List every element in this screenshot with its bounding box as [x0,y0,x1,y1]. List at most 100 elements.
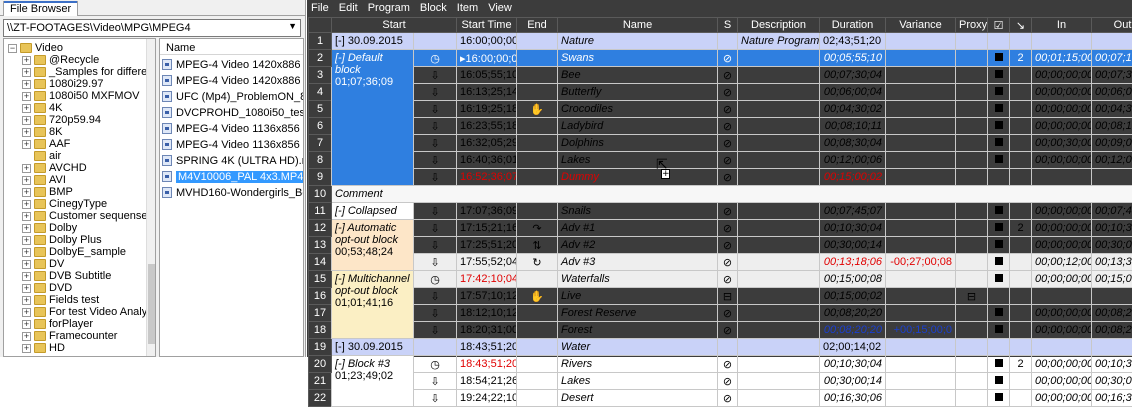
item-name[interactable]: Lakes [558,152,718,169]
menu-edit[interactable]: Edit [339,2,358,14]
end-mode[interactable] [517,339,558,356]
expand-icon[interactable]: + [22,92,31,101]
description[interactable] [738,101,820,118]
description[interactable] [738,288,820,305]
menu-file[interactable]: File [311,2,329,14]
arrow-down-icon[interactable]: ⇩ [414,237,457,254]
file-item[interactable]: MPEG-4 Video 1420x886 15fps [162,74,304,88]
description[interactable] [738,203,820,220]
end-mode[interactable] [517,356,558,373]
playlist-row[interactable]: 19[-] 30.09.201518:43;51;20Water02;00;14… [309,339,1132,356]
item-name[interactable]: Dolphins [558,135,718,152]
check-square-icon[interactable] [995,53,1003,61]
playlist-row[interactable]: 20[-] Block #301;23;49;02◷18:43;51;20Riv… [309,356,1132,373]
menu-program[interactable]: Program [368,2,410,14]
expand-icon[interactable]: + [22,128,31,137]
end-mode[interactable] [517,152,558,169]
description[interactable] [738,118,820,135]
check-cell[interactable] [988,237,1010,254]
playlist-row[interactable]: 4⇩16:13;25;14Butterfly⊘00;06;00;0400;00;… [309,84,1132,101]
check-square-icon[interactable] [995,393,1003,401]
menu-item[interactable]: Item [457,2,478,14]
expand-icon[interactable]: + [22,164,31,173]
arrow-down-icon[interactable]: ⇩ [414,254,457,271]
item-name[interactable]: Bee [558,67,718,84]
check-cell[interactable] [988,356,1010,373]
expand-icon[interactable]: + [22,224,31,233]
end-mode[interactable] [517,135,558,152]
tree-scrollbar-thumb[interactable] [148,264,155,344]
clock-icon[interactable]: ◷ [414,271,457,288]
item-name[interactable]: Waterfalls [558,271,718,288]
expand-icon[interactable]: + [22,116,31,125]
item-name[interactable]: Forest Reserve [558,305,718,322]
arrow-down-icon[interactable]: ⇩ [414,305,457,322]
description[interactable] [738,339,820,356]
end-mode[interactable] [517,271,558,288]
check-cell[interactable] [988,33,1010,50]
playlist-row[interactable]: 18⇩18:20;31;00Forest⊘00;08;20;20+00;15;0… [309,322,1132,339]
item-name[interactable]: Nature [558,33,718,50]
playlist-row[interactable]: 1[-] 30.09.201516:00;00;00NatureNature P… [309,33,1132,50]
block-cell[interactable]: [-] Block #301;23;49;02 [332,356,414,407]
arrow-down-icon[interactable]: ⇩ [414,135,457,152]
expand-icon[interactable]: − [8,44,17,53]
playlist-row[interactable]: 13⇩17:25;51;20⇅Adv #2⊘00;30;00;1400;00;0… [309,237,1132,254]
description[interactable] [738,305,820,322]
file-item[interactable]: MPEG-4 Video 1136x856 15fps [162,138,304,152]
arrow-down-icon[interactable]: ⇩ [414,101,457,118]
check-cell[interactable] [988,118,1010,135]
check-cell[interactable] [988,101,1010,118]
block-cell[interactable]: [-] Default block01;07;36;09 [332,50,414,186]
playlist-row[interactable]: 11[-] Collapsed⇩17:07;36;09Snails⊘00;07;… [309,203,1132,220]
description[interactable]: Nature Program [738,33,820,50]
arrow-down-icon[interactable]: ⇩ [414,373,457,390]
expand-icon[interactable]: + [22,272,31,281]
expand-icon[interactable]: + [22,260,31,269]
end-mode[interactable] [517,67,558,84]
expand-icon[interactable]: + [22,176,31,185]
block-cell[interactable]: [-] Collapsed [332,203,414,220]
item-name[interactable]: Adv #1 [558,220,718,237]
playlist-row[interactable]: 15[-] Multichannel opt-out block01;01;41… [309,271,1132,288]
expand-icon[interactable]: + [22,248,31,257]
item-name[interactable]: Live [558,288,718,305]
description[interactable] [738,322,820,339]
end-mode-icon[interactable]: ✋ [517,101,558,118]
playlist-row[interactable]: 16⇩17:57;10;12✋Live⊟00;15;00;02⊟ [309,288,1132,305]
check-cell[interactable] [988,84,1010,101]
check-cell[interactable] [988,203,1010,220]
description[interactable] [738,50,820,67]
check-square-icon[interactable] [995,206,1003,214]
description[interactable] [738,254,820,271]
expand-icon[interactable]: + [22,80,31,89]
check-cell[interactable] [988,50,1010,67]
check-cell[interactable] [988,373,1010,390]
arrow-down-icon[interactable]: ⇩ [414,390,457,407]
header-10[interactable]: ↘ [1010,18,1032,33]
check-square-icon[interactable] [995,376,1003,384]
item-name[interactable]: Snails [558,203,718,220]
arrow-down-icon[interactable]: ⇩ [414,169,457,186]
playlist-row[interactable]: 7⇩16:32;05;29Dolphins⊘00;08;30;0400;00;3… [309,135,1132,152]
item-name[interactable]: Crocodiles [558,101,718,118]
arrow-down-icon[interactable]: ⇩ [414,203,457,220]
item-name[interactable]: Forest [558,322,718,339]
playlist-row[interactable]: 22⇩19:24;22;10Desert⊘00;16;30;0600;00;00… [309,390,1132,407]
playlist-row[interactable]: 12[-] Automatic opt-out block00;53;48;24… [309,220,1132,237]
tab-file-browser[interactable]: File Browser [3,1,78,16]
playlist-row[interactable]: 9⇩16:52;36;07Dummy⊘00;15;00;02 [309,169,1132,186]
check-square-icon[interactable] [995,87,1003,95]
clock-icon[interactable]: ◷ [414,50,457,67]
expand-icon[interactable]: + [22,104,31,113]
arrow-down-icon[interactable]: ⇩ [414,118,457,135]
end-mode[interactable] [517,203,558,220]
description[interactable] [738,169,820,186]
end-mode[interactable] [517,84,558,101]
check-square-icon[interactable] [995,70,1003,78]
expand-icon[interactable]: + [22,212,31,221]
arrow-down-icon[interactable]: ⇩ [414,322,457,339]
header-3[interactable]: Name [558,18,718,33]
item-name[interactable]: Adv #2 [558,237,718,254]
check-square-icon[interactable] [995,325,1003,333]
